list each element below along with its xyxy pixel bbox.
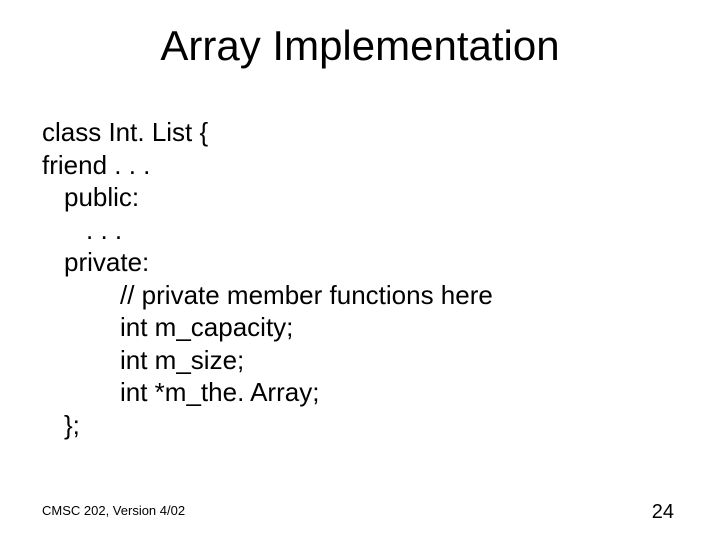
code-line: int m_capacity; <box>42 311 493 344</box>
code-line: friend . . . <box>42 149 493 182</box>
code-line: public: <box>42 181 493 214</box>
slide-number: 24 <box>652 501 674 524</box>
slide: Array Implementation class Int. List { f… <box>0 0 720 540</box>
code-line: }; <box>42 409 493 442</box>
code-line: int m_size; <box>42 344 493 377</box>
code-block: class Int. List { friend . . . public: .… <box>42 116 493 441</box>
code-line: private: <box>42 246 493 279</box>
code-line: // private member functions here <box>42 279 493 312</box>
slide-title: Array Implementation <box>0 22 720 70</box>
code-line: class Int. List { <box>42 116 493 149</box>
code-line: . . . <box>42 214 493 247</box>
footer-course: CMSC 202, Version 4/02 <box>42 503 185 518</box>
code-line: int *m_the. Array; <box>42 376 493 409</box>
